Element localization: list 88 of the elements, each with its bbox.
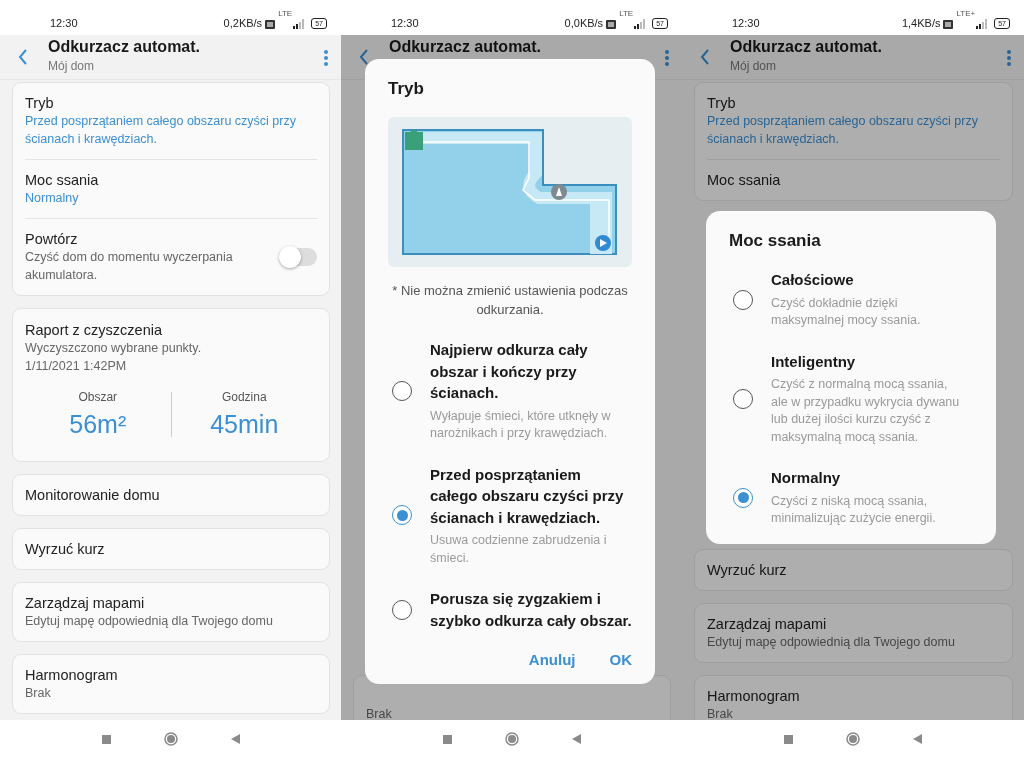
screen-title: Odkurzacz automat. [389, 38, 543, 56]
option-description: Wyłapuje śmieci, które utknęły w narożnikach i przy krawędziach. [430, 407, 612, 442]
back-nav-icon[interactable] [571, 734, 581, 744]
data-saver-icon [606, 20, 617, 29]
option-description: Czyść z normalną mocą ssania, ale w przypadku wykrycia dywanu lub dużej ilości kurzu czyść z maksymalną mocą ssania. [771, 376, 961, 446]
network-type: LTE [619, 9, 634, 18]
network-speed: 0,2KB/s [223, 17, 263, 29]
setting-title[interactable]: Tryb [25, 94, 317, 112]
back-icon[interactable] [700, 49, 710, 65]
menu-description: Brak [25, 685, 52, 702]
radio-button[interactable] [733, 289, 753, 310]
option-title: Inteligentny [771, 351, 857, 372]
option-title: Porusza się zygzakiem i szybko odkurza cały obszar. [430, 589, 632, 631]
menu-title: Zarządzaj mapami [707, 615, 828, 633]
setting-title[interactable]: Moc ssania [707, 171, 1000, 189]
home-icon[interactable] [846, 732, 860, 746]
setting-description: Czyść dom do momentu wyczerpania akumulatora. [25, 249, 234, 284]
menu-title: Wyrzuć kurz [707, 561, 788, 579]
radio-button[interactable] [392, 599, 412, 620]
network-speed: 1,4KB/s [901, 17, 941, 29]
option-description: Usuwa codzienne zabrudzenia i śmieci. [430, 532, 608, 567]
setting-title[interactable]: Moc ssania [25, 171, 317, 189]
menu-description: Brak [707, 706, 734, 720]
radio-button[interactable] [392, 380, 412, 401]
dialog-title: Tryb [388, 79, 425, 99]
back-nav-icon[interactable] [913, 734, 923, 744]
network-type: LTE [278, 9, 293, 18]
back-icon[interactable] [18, 49, 28, 65]
menu-card[interactable]: Zarządzaj mapami Edytuj mapę odpowiednią dla Twojego domu [12, 582, 330, 642]
recents-icon[interactable] [101, 734, 111, 744]
more-icon[interactable] [1006, 49, 1012, 67]
recents-icon[interactable] [442, 734, 452, 744]
home-icon[interactable] [504, 732, 519, 746]
option-title: Całościowe [771, 270, 855, 291]
network-type: LTE+ [956, 9, 976, 18]
more-icon[interactable] [664, 49, 670, 67]
option-title: Najpierw odkurza cały obszar i kończy przy ścianach. [430, 340, 589, 403]
menu-card[interactable]: Wyrzuć kurz [12, 528, 330, 570]
network-speed: 0,0KB/s [564, 17, 604, 29]
menu-title: Harmonogram [707, 687, 801, 705]
setting-value: Normalny [25, 190, 80, 207]
more-icon[interactable] [323, 49, 329, 67]
recents-icon[interactable] [783, 734, 793, 744]
menu-card[interactable]: Wyrzuć kurz [694, 549, 1013, 591]
report-title: Raport z czyszczenia [25, 321, 163, 339]
radio-button[interactable] [392, 505, 412, 526]
option-title: Przed posprzątaniem całego obszaru czyści przy ścianach i krawędziach. [430, 464, 625, 528]
option-description: Czyści z niską mocą ssania, minimalizując zużycie energii. [771, 492, 937, 528]
option-description: Czyść dokładnie dzięki maksymalnej mocy ssania. [771, 294, 922, 330]
menu-card[interactable]: Harmonogram Brak [12, 654, 330, 714]
radio-button[interactable] [733, 388, 753, 409]
menu-card[interactable]: Monitorowanie domu [12, 474, 330, 516]
option-title: Normalny [771, 468, 842, 489]
menu-title: Harmonogram [25, 666, 119, 684]
screen-title: Odkurzacz automat. [48, 38, 202, 56]
report-line: Wyczyszczono wybrane punkty. [25, 340, 203, 357]
menu-title: Monitorowanie domu [25, 486, 161, 504]
toggle-switch[interactable] [281, 248, 317, 266]
back-icon[interactable] [359, 49, 369, 65]
menu-card[interactable]: Harmonogram Brak [694, 675, 1013, 720]
status-time: 12:30 [732, 17, 761, 29]
home-icon[interactable] [163, 732, 178, 746]
data-saver-icon [943, 20, 954, 29]
report-line: 1/11/2021 1:42PM [25, 358, 128, 375]
stat-label: Obszar [78, 390, 118, 404]
status-time: 12:30 [391, 17, 420, 29]
radio-button[interactable] [733, 487, 753, 508]
menu-title: Wyrzuć kurz [25, 540, 106, 558]
back-nav-icon[interactable] [230, 734, 240, 744]
menu-card[interactable]: Zarządzaj mapami Edytuj mapę odpowiednią dla Twojego domu [694, 603, 1013, 663]
stat-value: 56m² [69, 410, 127, 439]
setting-title[interactable]: Tryb [707, 94, 1000, 112]
menu-description: Edytuj mapę odpowiednią dla Twojego domu [25, 613, 274, 630]
screen-subtitle: Mój dom [730, 59, 777, 73]
menu-title: Zarządzaj mapami [25, 594, 146, 612]
status-time: 12:30 [50, 17, 79, 29]
stat-value: 45min [210, 410, 279, 439]
menu-description: Brak [366, 706, 393, 720]
setting-value: Przed posprzątaniem całego obszaru czyści przy ścianach i krawędziach. [25, 113, 297, 148]
stat-label: Godzina [221, 390, 267, 404]
dialog-title: Moc ssania [729, 231, 822, 252]
dialog-note: * Nie można zmienić ustawienia podczas odkurzania. [391, 282, 629, 319]
menu-description: Edytuj mapę odpowiednią dla Twojego domu [707, 634, 956, 651]
setting-value: Przed posprzątaniem całego obszaru czyści przy ścianach i krawędziach. [707, 113, 979, 148]
screen-title: Odkurzacz automat. [730, 38, 884, 56]
setting-title[interactable]: Powtórz [25, 230, 273, 248]
data-saver-icon [265, 20, 276, 29]
screen-subtitle: Mój dom [48, 59, 95, 73]
